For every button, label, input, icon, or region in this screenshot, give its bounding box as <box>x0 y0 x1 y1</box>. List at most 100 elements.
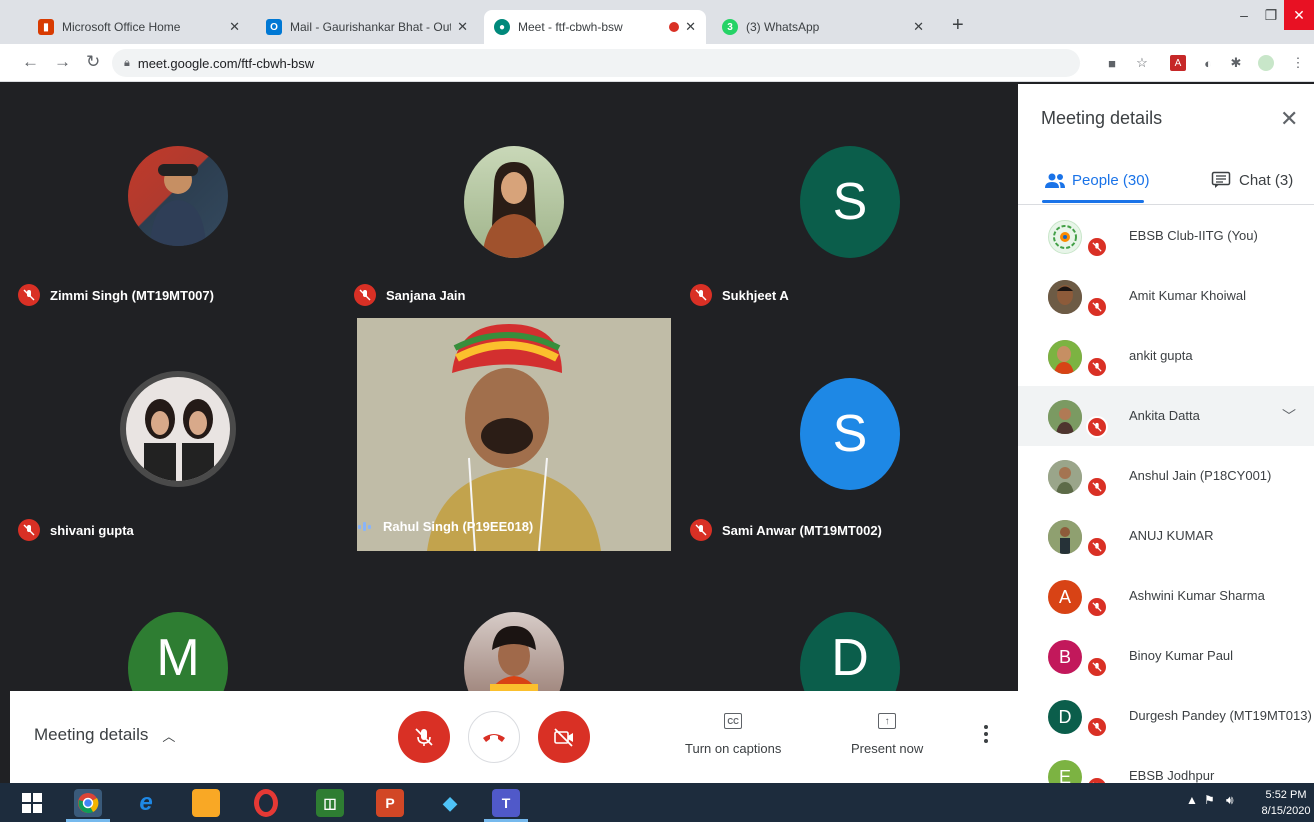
close-icon[interactable]: ✕ <box>229 19 240 35</box>
participant-list: EBSB Club-IITG (You) Amit Kumar Khoiwal … <box>1018 206 1314 783</box>
windows-taskbar: e ◫ P ◆ T ▲ ⚑ 🔊︎ 5:52 PM 8/15/2020 <box>0 783 1314 822</box>
system-clock[interactable]: 5:52 PM 8/15/2020 <box>1260 787 1312 819</box>
star-icon[interactable]: ☆ <box>1134 55 1150 71</box>
mic-off-icon <box>1086 536 1108 558</box>
chevron-down-icon[interactable]: ﹀ <box>1282 406 1296 426</box>
participant-photo <box>464 146 564 258</box>
list-item[interactable]: B Binoy Kumar Paul <box>1018 626 1314 686</box>
present-icon: ↑ <box>878 713 897 729</box>
show-hidden-icons-icon[interactable]: ▲ <box>1186 793 1198 807</box>
participant-avatar: M <box>128 612 228 691</box>
meeting-details-toggle[interactable]: Meeting details ︿ <box>34 725 175 745</box>
restore-button[interactable]: ❐ <box>1258 0 1284 30</box>
tab-office[interactable]: ▮ Microsoft Office Home ✕ <box>28 10 250 44</box>
powerpoint-icon[interactable]: P <box>376 789 404 817</box>
participant-nameplate: Rahul Singh (P19EE018) <box>358 519 533 534</box>
close-icon[interactable]: ✕ <box>685 19 696 35</box>
tab-whatsapp[interactable]: 3 (3) WhatsApp ✕ <box>712 10 934 44</box>
tab-people[interactable]: People (30) <box>1044 166 1150 194</box>
more-options-icon[interactable] <box>984 725 988 746</box>
chat-icon <box>1211 171 1231 188</box>
forward-icon[interactable]: → <box>54 52 71 72</box>
avatar <box>1048 520 1082 554</box>
participant-nameplate: Sanjana Jain <box>354 284 465 306</box>
store-icon[interactable]: ◫ <box>316 789 344 817</box>
outlook-icon: O <box>266 19 282 35</box>
profile-avatar[interactable] <box>1258 55 1274 71</box>
present-now-button[interactable]: ↑ Present now <box>851 713 923 756</box>
pdf-extension-icon[interactable]: A <box>1170 55 1186 71</box>
leave-call-button[interactable] <box>468 711 520 763</box>
turn-on-captions-button[interactable]: CC Turn on captions <box>685 713 781 756</box>
whatsapp-icon: 3 <box>722 19 738 35</box>
participant-photo <box>464 612 564 691</box>
participant-nameplate: Sukhjeet A <box>690 284 789 306</box>
list-item[interactable]: ANUJ KUMAR <box>1018 506 1314 566</box>
tab-chat[interactable]: Chat (3) <box>1211 166 1293 194</box>
close-icon[interactable]: ✕ <box>1280 106 1298 132</box>
participant-nameplate: Sami Anwar (MT19MT002) <box>690 519 882 541</box>
hang-up-icon <box>483 734 505 742</box>
mic-off-icon <box>1086 776 1108 783</box>
reload-icon[interactable]: ↻ <box>86 52 100 72</box>
captions-icon: CC <box>724 713 743 729</box>
teams-icon[interactable]: T <box>492 789 520 817</box>
mic-toggle-button[interactable] <box>398 711 450 763</box>
avatar <box>1048 220 1082 254</box>
volume-icon[interactable]: 🔊︎ <box>1226 793 1234 808</box>
recording-icon <box>669 22 680 32</box>
camera-toggle-button[interactable] <box>538 711 590 763</box>
mic-off-icon <box>690 519 712 541</box>
mic-off-icon <box>18 519 40 541</box>
active-tab-indicator <box>1042 200 1144 203</box>
call-controls-bar: Meeting details ︿ CC Turn on captions ↑ … <box>10 691 1018 783</box>
list-item[interactable]: EBSB Club-IITG (You) <box>1018 206 1314 266</box>
frog-icon[interactable]: ◆ <box>436 789 464 817</box>
participant-photo <box>128 146 228 246</box>
tab-meet[interactable]: ● Meet - ftf-cbwh-bsw ✕ <box>484 10 706 44</box>
window-close-button[interactable]: ✕ <box>1284 0 1314 30</box>
list-item[interactable]: Ankita Datta ﹀ <box>1018 386 1314 446</box>
list-item[interactable]: D Durgesh Pandey (MT19MT013) <box>1018 686 1314 746</box>
list-item[interactable]: ankit gupta <box>1018 326 1314 386</box>
avatar: E <box>1048 760 1082 783</box>
close-icon[interactable]: ✕ <box>913 19 924 35</box>
close-icon[interactable]: ✕ <box>457 19 468 35</box>
circle-extension-icon[interactable]: ◐ <box>1200 55 1216 71</box>
mic-off-icon <box>1086 356 1108 378</box>
chevron-up-icon: ︿ <box>162 728 176 744</box>
list-item[interactable]: E EBSB Jodhpur <box>1018 746 1314 783</box>
mic-off-icon <box>1086 716 1108 738</box>
puzzle-icon[interactable]: ✱ <box>1228 55 1244 71</box>
camera-icon[interactable]: ■ <box>1104 55 1120 71</box>
url-text: meet.google.com/ftf-cbwh-bsw <box>137 55 315 71</box>
opera-icon[interactable] <box>254 789 278 817</box>
mic-off-icon <box>690 284 712 306</box>
avatar <box>1048 340 1082 374</box>
mic-off-icon <box>1086 416 1108 438</box>
panel-title: Meeting details <box>1041 108 1163 128</box>
avatar <box>1048 400 1082 434</box>
tab-outlook[interactable]: O Mail - Gaurishankar Bhat - Outlo ✕ <box>256 10 478 44</box>
participant-avatar: D <box>800 612 900 691</box>
file-explorer-icon[interactable] <box>192 789 220 817</box>
office-icon: ▮ <box>38 19 54 35</box>
back-icon[interactable]: ← <box>22 52 39 72</box>
flag-icon[interactable]: ⚑ <box>1204 793 1215 807</box>
minimize-button[interactable]: – <box>1230 0 1258 30</box>
list-item[interactable]: A Ashwini Kumar Sharma <box>1018 566 1314 626</box>
url-field[interactable]: 🔒︎ meet.google.com/ftf-cbwh-bsw <box>112 49 1080 77</box>
mic-off-icon <box>1086 236 1108 258</box>
list-item[interactable]: Anshul Jain (P18CY001) <box>1018 446 1314 506</box>
list-item[interactable]: Amit Kumar Khoiwal <box>1018 266 1314 326</box>
chrome-icon[interactable] <box>74 789 102 817</box>
participant-photo <box>120 371 236 487</box>
avatar <box>1048 280 1082 314</box>
windows-start-icon[interactable] <box>18 789 46 817</box>
new-tab-button[interactable]: + <box>952 14 964 37</box>
menu-icon[interactable]: ⋮ <box>1290 55 1306 71</box>
mic-off-icon <box>354 284 376 306</box>
internet-explorer-icon[interactable]: e <box>132 789 160 817</box>
active-speaker-video <box>357 318 671 551</box>
panel-divider <box>1018 204 1314 205</box>
